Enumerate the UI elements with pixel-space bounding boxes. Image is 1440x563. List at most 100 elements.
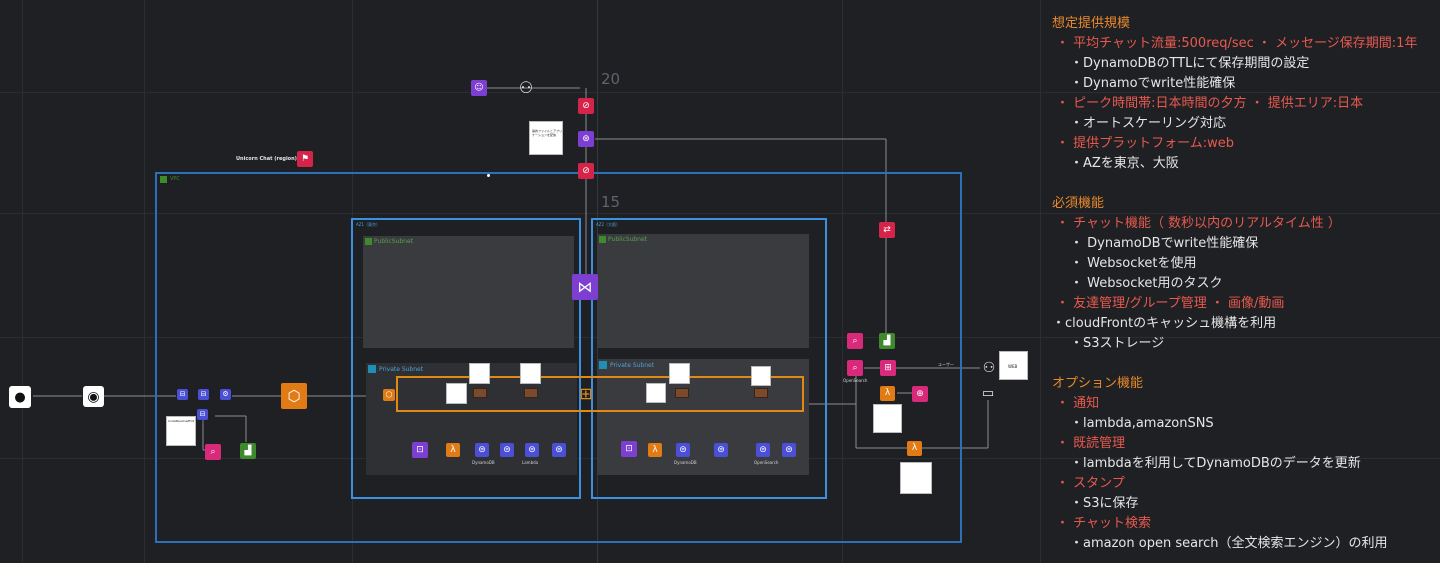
az2-card-3 (751, 366, 771, 386)
codebuild-icon: ⊟ (198, 389, 209, 400)
public-subnet-label: PublicSubnet (608, 236, 648, 243)
s3-bucket-icon: ▟ (879, 333, 895, 349)
api-gateway-websocket-icon: ⇄ (879, 222, 895, 238)
region-label: Unicorn Chat (region) (236, 156, 297, 162)
note-subitem: ・lambdaを利用してDynamoDBのデータを更新 (1070, 456, 1361, 471)
note-item: ・ 既読管理 (1056, 436, 1126, 451)
opensearch-icon: ⌕ (847, 333, 863, 349)
auto-scaling-icon: ⊞ (579, 384, 593, 403)
github-icon: ● (9, 386, 31, 408)
ecs-container-icon (675, 388, 689, 398)
dynamodb-icon: ⊜ (525, 443, 539, 457)
dynamodb-icon: ⊜ (500, 443, 514, 457)
az2-label: AZ2（大阪） (596, 222, 621, 227)
users-card-text: WEB (1008, 364, 1018, 369)
public-subnet-label: PublicSubnet (374, 238, 414, 245)
ecs-cluster-icon: ⬡ (281, 383, 307, 409)
api-gateway-icon: ⊡ (412, 442, 428, 458)
az2-small-label-2: OpenSearch (754, 460, 779, 465)
left-deploy-card: CodePipeline/ECS デプロイ (166, 416, 207, 446)
az2-small-label-1: DynamoDB (674, 460, 697, 465)
az1-card-1 (446, 383, 467, 404)
top-card-text: 静的ファイルとアプリケーションを配信 (532, 129, 563, 137)
az2-card-1 (646, 383, 666, 403)
right-card-2 (900, 462, 932, 494)
s3-artifact-bucket-icon: ▟ (240, 443, 256, 459)
sns-icon: ⊞ (880, 360, 896, 376)
subnet-lock-icon (599, 361, 607, 369)
note-item: ・ チャット検索 (1056, 516, 1152, 531)
public-subnet-az2: PublicSubnet (597, 234, 809, 348)
users-icon: ⚇ (518, 78, 534, 97)
left-card-text: CodePipeline/ECS デプロイ (168, 419, 208, 423)
section-title-optional: オプション機能 (1052, 376, 1144, 391)
circleci-icon: ◉ (83, 386, 104, 407)
ecs-container-icon (754, 388, 768, 398)
note-subitem: ・lambda,amazonSNS (1070, 416, 1214, 431)
note-item: ・ ピーク時間帯:日本時間の夕方 ・ 提供エリア:日本 (1056, 96, 1364, 111)
note-subitem: ・Dynamoでwrite性能確保 (1070, 76, 1236, 91)
az1-label: AZ1（東京） (356, 222, 381, 227)
users-label: ユーザー (938, 362, 954, 367)
note-item: ・ チャット機能（ 数秒以内のリアルタイム性 ） (1056, 216, 1341, 231)
az1-small-label-2: Lambda (522, 460, 539, 465)
note-subitem: ・AZを東京、大阪 (1070, 156, 1179, 171)
region-flag-icon: ⚑ (297, 151, 313, 167)
lambda-icon: λ (648, 443, 662, 457)
users-card: WEB (999, 351, 1028, 380)
note-subitem: ・S3に保存 (1070, 496, 1139, 511)
top-static-card: 静的ファイルとアプリケーションを配信 (529, 121, 563, 155)
lambda-icon: λ (907, 441, 922, 456)
note-subitem: ・S3ストレージ (1070, 336, 1165, 351)
private-subnet-label: Private Subnet (379, 366, 424, 373)
ecs-container-icon (524, 388, 538, 398)
vpc-label: VPC (170, 176, 180, 182)
note-item: ・ 提供プラットフォーム:web (1056, 136, 1235, 151)
dynamodb-icon: ⊜ (782, 443, 796, 457)
lambda-icon: λ (446, 443, 460, 457)
note-subitem: ・ Websocket用のタスク (1070, 276, 1223, 291)
note-item: ・ 平均チャット流量:500req/sec ・ メッセージ保存期間:1年 (1056, 36, 1418, 51)
ecs-container-icon (473, 388, 487, 398)
note-subitem: ・ DynamoDBでwrite性能確保 (1070, 236, 1259, 251)
note-item: ・ 友達管理/グループ管理 ・ 画像/動画 (1056, 296, 1285, 311)
right-card-1 (873, 404, 902, 433)
note-item: ・ 通知 (1056, 396, 1100, 411)
users-icon: ⚇ (982, 360, 996, 376)
section-title-scale: 想定提供規模 (1052, 16, 1131, 31)
requirements-notes: 想定提供規模 ・ 平均チャット流量:500req/sec ・ メッセージ保存期間… (1052, 14, 1437, 554)
section-title-required: 必須機能 (1052, 196, 1105, 211)
subnet-lock-icon (368, 365, 376, 373)
right-small-label: OpenSearch (843, 378, 868, 383)
private-subnet-label: Private Subnet (610, 362, 655, 369)
dynamodb-icon: ⊜ (676, 443, 690, 457)
public-subnet-az1: PublicSubnet (363, 236, 574, 348)
note-subitem: ・cloudFrontのキャッシュ機構を利用 (1052, 316, 1277, 331)
elastic-load-balancer-icon: ⋈ (572, 274, 598, 300)
cognito-icon: ☺ (471, 80, 487, 96)
codepipeline-icon: ⊟ (177, 389, 188, 400)
subnet-lock-icon (599, 236, 606, 243)
waf-icon: ⊘ (578, 98, 594, 114)
dynamodb-icon: ⊜ (552, 443, 566, 457)
cloudwatch-icon: ⌕ (847, 360, 863, 376)
anchor-dot (487, 174, 490, 177)
dynamodb-icon: ⊜ (756, 443, 770, 457)
az1-card-2 (469, 363, 490, 384)
az2-card-2 (669, 363, 690, 384)
lambda-icon: λ (880, 386, 895, 401)
dynamodb-icon: ⊜ (475, 443, 489, 457)
note-subitem: ・amazon open search（全文検索エンジン）の利用 (1070, 536, 1388, 551)
codedeploy-icon: ⚙ (220, 389, 231, 400)
shield-icon: ⊘ (578, 163, 594, 179)
az1-small-label-1: DynamoDB (472, 460, 495, 465)
laptop-icon: ▭ (981, 385, 995, 401)
az1-card-3 (520, 363, 541, 384)
note-subitem: ・DynamoDBのTTLにて保存期間の設定 (1070, 56, 1310, 71)
cloudfront-icon: ⊛ (578, 131, 594, 147)
note-subitem: ・ Websocketを使用 (1070, 256, 1197, 271)
api-gateway-icon: ⊡ (621, 441, 637, 457)
vpc-icon (160, 176, 167, 183)
dynamodb-icon: ⊜ (714, 443, 728, 457)
note-item: ・ スタンプ (1056, 476, 1125, 491)
